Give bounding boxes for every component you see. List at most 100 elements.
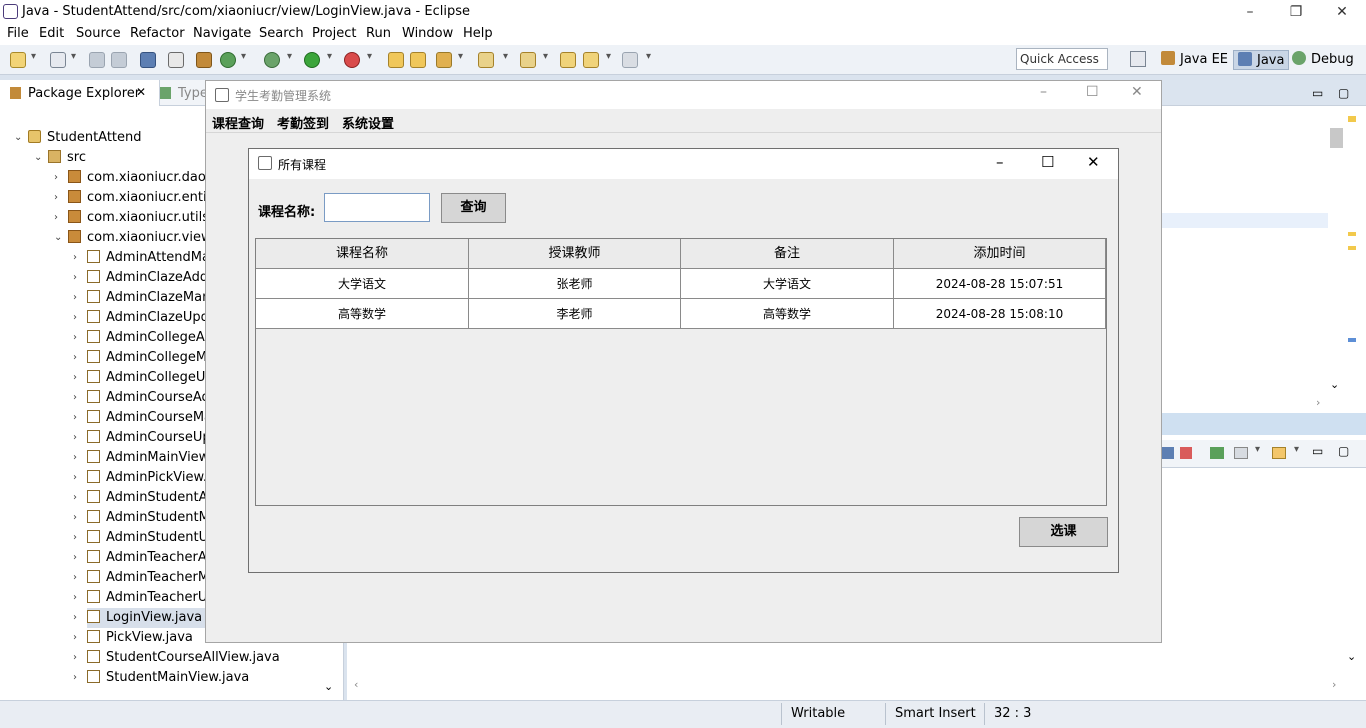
save-all-icon[interactable] xyxy=(111,52,127,68)
menu-run[interactable]: Run xyxy=(366,26,391,41)
scroll-down-icon[interactable]: ⌄ xyxy=(1330,378,1339,391)
chevron-right-icon[interactable]: › xyxy=(73,528,77,548)
close-icon[interactable]: ✕ xyxy=(1087,153,1100,171)
chevron-right-icon[interactable]: › xyxy=(73,488,77,508)
tree-file[interactable]: › AdminCollegeMa xyxy=(73,348,215,368)
tree-file[interactable]: › PickView.java xyxy=(73,628,193,648)
menu-source[interactable]: Source xyxy=(76,26,121,41)
tree-file[interactable]: › AdminTeacherUp xyxy=(73,588,216,608)
menu-refactor[interactable]: Refactor xyxy=(130,26,185,41)
dropdown-icon[interactable] xyxy=(71,51,79,64)
tree-src[interactable]: ⌄ src xyxy=(34,148,86,168)
scroll-right-icon[interactable]: › xyxy=(1332,678,1336,691)
table-cell[interactable]: 张老师 xyxy=(469,269,681,299)
dropdown-icon[interactable] xyxy=(31,51,39,64)
minimize-icon[interactable]: – xyxy=(1040,84,1047,100)
editor-scrollbar[interactable] xyxy=(1330,128,1343,148)
table-cell[interactable]: 高等数学 xyxy=(681,299,894,329)
table-cell[interactable]: 2024-08-28 15:07:51 xyxy=(894,269,1106,299)
table-cell[interactable]: 2024-08-28 15:08:10 xyxy=(894,299,1106,329)
chevron-down-icon[interactable]: ⌄ xyxy=(14,128,22,148)
chevron-right-icon[interactable]: › xyxy=(73,508,77,528)
tree-package[interactable]: ⌄ com.xiaoniucr.view xyxy=(54,228,212,248)
last-edit-icon[interactable] xyxy=(560,52,576,68)
table-cell[interactable]: 高等数学 xyxy=(256,299,469,329)
forward-icon[interactable] xyxy=(622,52,638,68)
skip-breakpoints-icon[interactable] xyxy=(168,52,184,68)
tree-file[interactable]: › AdminTeacherAd xyxy=(73,548,215,568)
new-window-icon[interactable] xyxy=(50,52,66,68)
table-cell[interactable]: 大学语文 xyxy=(681,269,894,299)
run-icon[interactable] xyxy=(304,52,320,68)
debug-icon[interactable] xyxy=(264,52,280,68)
tree-file[interactable]: › AdminCourseMar xyxy=(73,408,217,428)
perspective-java-ee[interactable]: Java EE xyxy=(1161,50,1228,70)
minimize-icon[interactable]: – xyxy=(1227,2,1273,22)
tree-file[interactable]: › StudentMainView.java xyxy=(73,668,249,688)
build-icon[interactable] xyxy=(196,52,212,68)
chevron-right-icon[interactable]: › xyxy=(73,288,77,308)
tree-file[interactable]: › AdminClazeUpda xyxy=(73,308,217,328)
column-header[interactable]: 授课教师 xyxy=(469,239,681,269)
column-header[interactable]: 备注 xyxy=(681,239,894,269)
menu-window[interactable]: Window xyxy=(402,26,453,41)
pen-icon[interactable] xyxy=(436,52,452,68)
chevron-right-icon[interactable]: › xyxy=(73,608,77,628)
tree-file[interactable]: › AdminStudentAdc xyxy=(73,488,223,508)
menu-attendance[interactable]: 考勤签到 xyxy=(277,113,329,132)
back-icon[interactable] xyxy=(583,52,599,68)
query-button[interactable]: 查询 xyxy=(441,193,506,223)
tree-file[interactable]: › AdminAttendMan xyxy=(73,248,218,268)
new-icon[interactable] xyxy=(10,52,26,68)
chevron-right-icon[interactable]: › xyxy=(73,428,77,448)
chevron-right-icon[interactable]: › xyxy=(73,348,77,368)
tree-package[interactable]: › com.xiaoniucr.dao xyxy=(54,168,206,188)
chevron-right-icon[interactable]: › xyxy=(54,168,58,188)
external-tools-icon[interactable] xyxy=(344,52,360,68)
tree-file[interactable]: › AdminClazeMana xyxy=(73,288,218,308)
chevron-right-icon[interactable]: › xyxy=(73,588,77,608)
menu-system-settings[interactable]: 系统设置 xyxy=(342,113,394,132)
console-icon[interactable] xyxy=(1162,447,1174,459)
tree-file[interactable]: › AdminCollegeUpc xyxy=(73,368,221,388)
maximize-icon[interactable]: ▢ xyxy=(1338,444,1349,458)
dropdown-icon[interactable]: ▾ xyxy=(1294,444,1299,455)
open-perspective-icon[interactable] xyxy=(1130,51,1146,67)
chevron-down-icon[interactable]: ⌄ xyxy=(34,148,42,168)
scroll-down-icon[interactable]: ⌄ xyxy=(1347,650,1356,663)
chevron-right-icon[interactable]: › xyxy=(73,548,77,568)
menu-edit[interactable]: Edit xyxy=(39,26,64,41)
menu-navigate[interactable]: Navigate xyxy=(193,26,251,41)
tab-type-hierarchy[interactable]: Type xyxy=(178,86,208,101)
dropdown-icon[interactable] xyxy=(606,51,614,64)
tree-file[interactable]: › AdminPickView.ja xyxy=(73,468,219,488)
prev-annotation-icon[interactable] xyxy=(520,52,536,68)
perspective-debug[interactable]: Debug xyxy=(1292,50,1354,70)
tree-file[interactable]: › AdminStudentMa xyxy=(73,508,218,528)
tree-file[interactable]: › AdminMainView.j xyxy=(73,448,216,468)
table-cell[interactable]: 李老师 xyxy=(469,299,681,329)
dropdown-icon[interactable] xyxy=(503,51,511,64)
column-header[interactable]: 课程名称 xyxy=(256,239,469,269)
chevron-down-icon[interactable]: ⌄ xyxy=(54,228,62,248)
tree-file[interactable]: › AdminCourseUpc xyxy=(73,428,218,448)
open-type-icon[interactable] xyxy=(388,52,404,68)
tree-file[interactable]: › AdminCourseAdd xyxy=(73,388,218,408)
tree-file[interactable]: › AdminCollegeAdc xyxy=(73,328,220,348)
tree-file[interactable]: › AdminClazeAddV xyxy=(73,268,217,288)
chevron-right-icon[interactable]: › xyxy=(54,188,58,208)
chevron-right-icon[interactable]: › xyxy=(73,568,77,588)
menu-project[interactable]: Project xyxy=(312,26,356,41)
tree-package[interactable]: › com.xiaoniucr.entity xyxy=(54,188,219,208)
tree-file[interactable]: › AdminTeacherMa xyxy=(73,568,217,588)
tree-file-selected[interactable]: › LoginView.java xyxy=(73,608,209,628)
menu-course-query[interactable]: 课程查询 xyxy=(212,113,264,132)
dropdown-icon[interactable] xyxy=(287,51,295,64)
menu-search[interactable]: Search xyxy=(259,26,304,41)
chevron-right-icon[interactable]: › xyxy=(73,628,77,648)
chevron-right-icon[interactable]: › xyxy=(73,448,77,468)
dropdown-icon[interactable] xyxy=(327,51,335,64)
chevron-right-icon[interactable]: › xyxy=(73,408,77,428)
dropdown-icon[interactable] xyxy=(458,51,466,64)
minimize-icon[interactable]: – xyxy=(996,153,1004,171)
